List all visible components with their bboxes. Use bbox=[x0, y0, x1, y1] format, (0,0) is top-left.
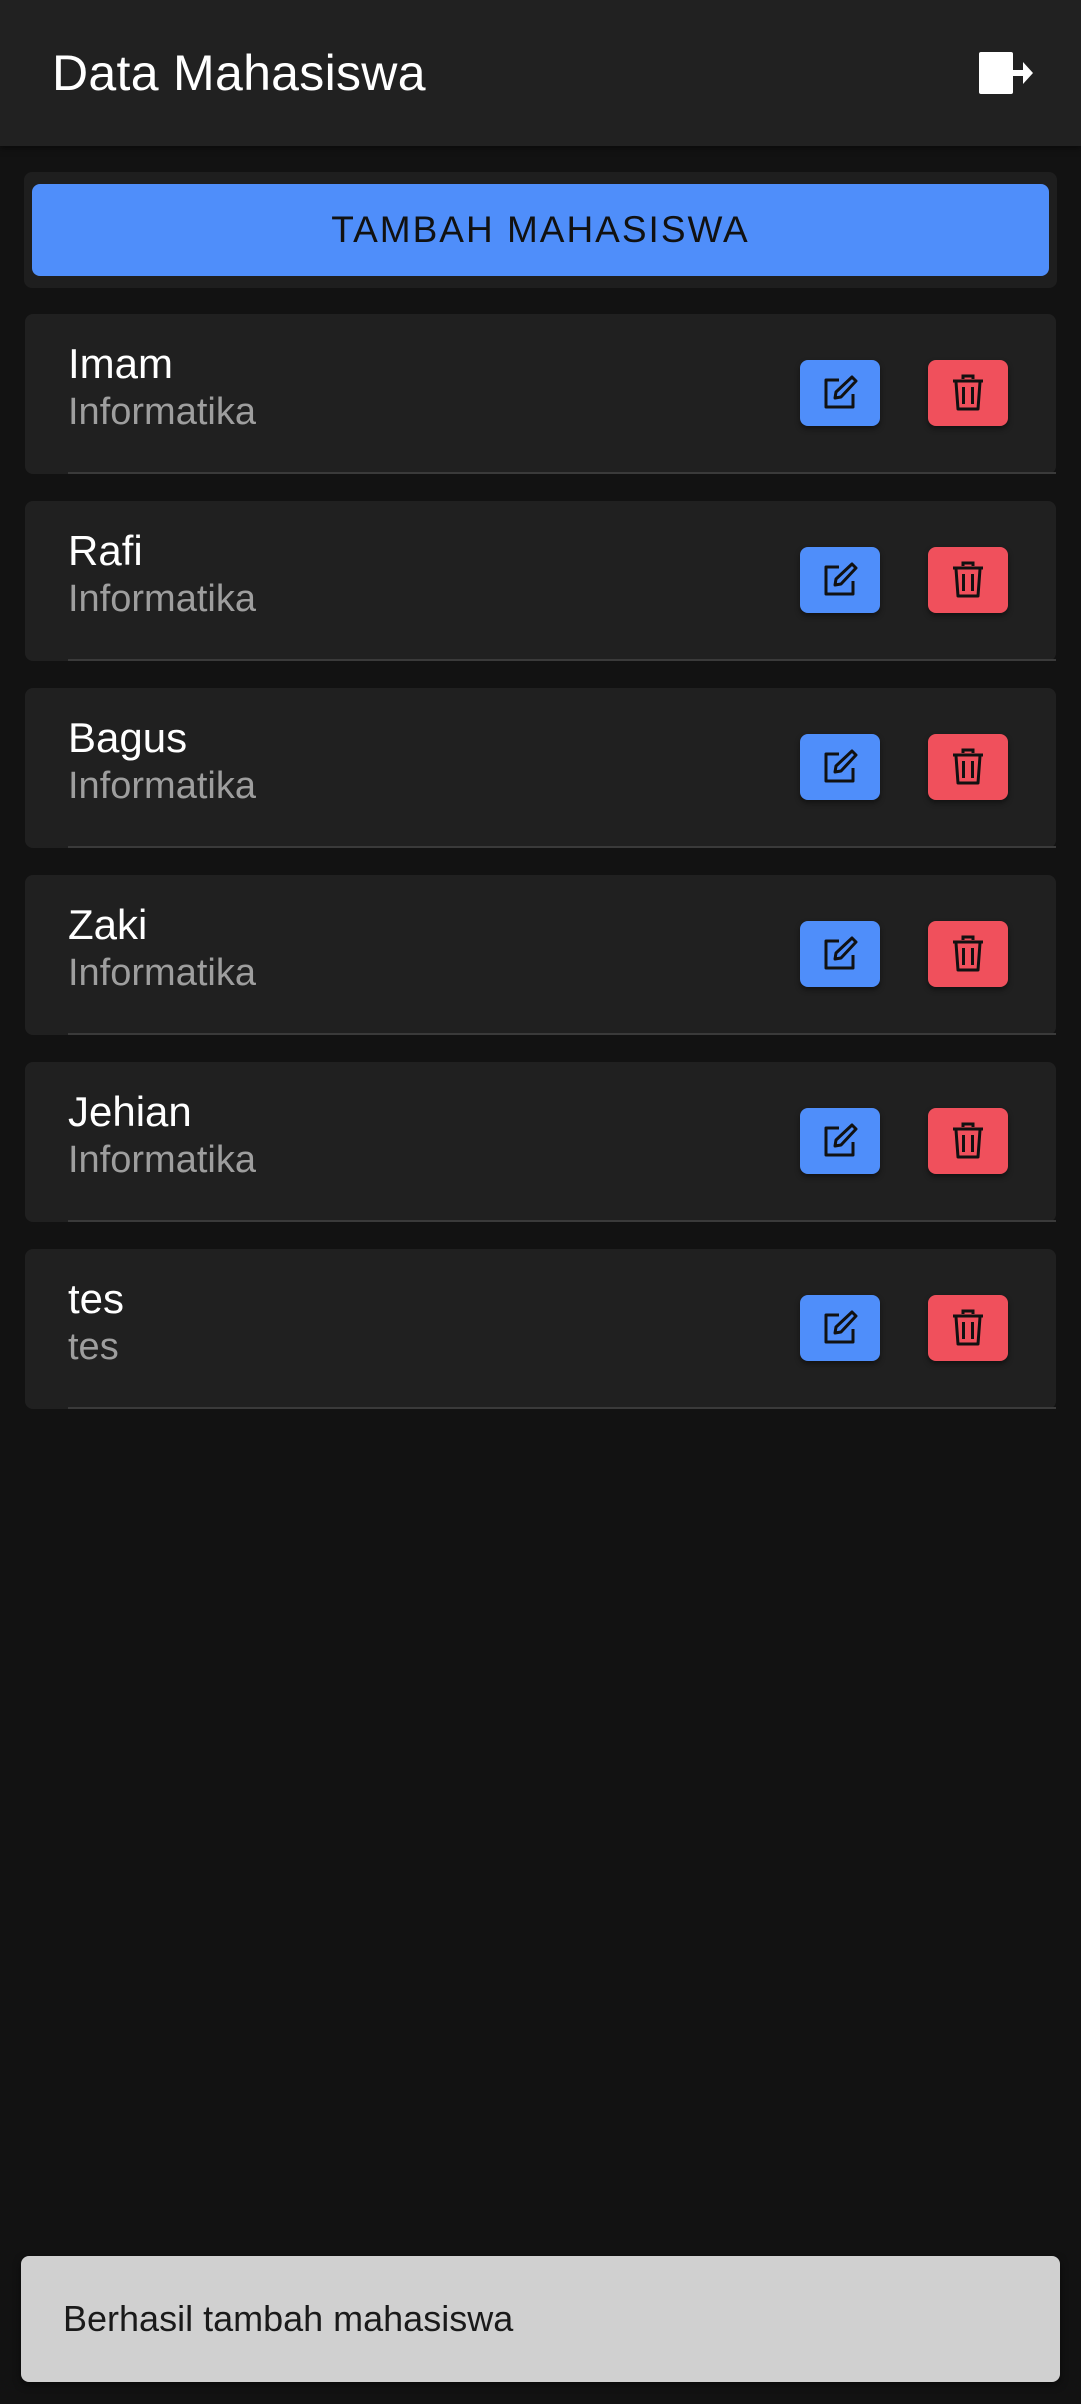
delete-button[interactable] bbox=[928, 734, 1008, 800]
edit-button[interactable] bbox=[800, 1295, 880, 1361]
edit-icon bbox=[824, 749, 858, 783]
edit-icon bbox=[824, 375, 858, 409]
logout-icon bbox=[979, 52, 1033, 94]
edit-icon bbox=[824, 936, 858, 970]
app-root: Data Mahasiswa TAMBAH MAHASISWA Imam Inf… bbox=[0, 0, 1081, 2404]
add-button-container: TAMBAH MAHASISWA bbox=[24, 172, 1057, 288]
delete-button[interactable] bbox=[928, 1295, 1008, 1361]
delete-button[interactable] bbox=[928, 921, 1008, 987]
list-item: Imam Informatika bbox=[25, 314, 1056, 474]
delete-button[interactable] bbox=[928, 1108, 1008, 1174]
student-name: Bagus bbox=[68, 714, 188, 761]
edit-button[interactable] bbox=[800, 734, 880, 800]
edit-button[interactable] bbox=[800, 547, 880, 613]
list-item: tes tes bbox=[25, 1249, 1056, 1409]
student-name: Zaki bbox=[68, 901, 148, 948]
edit-button[interactable] bbox=[800, 921, 880, 987]
student-name: Imam bbox=[68, 340, 173, 387]
trash-icon bbox=[953, 1309, 983, 1346]
edit-button[interactable] bbox=[800, 1108, 880, 1174]
delete-button[interactable] bbox=[928, 360, 1008, 426]
app-bar: Data Mahasiswa bbox=[0, 0, 1081, 146]
student-major: tes bbox=[68, 1326, 119, 1368]
logout-button[interactable] bbox=[971, 40, 1041, 106]
trash-icon bbox=[953, 748, 983, 785]
page-title: Data Mahasiswa bbox=[52, 45, 426, 101]
list-item: Zaki Informatika bbox=[25, 875, 1056, 1035]
trash-icon bbox=[953, 935, 983, 972]
student-major: Informatika bbox=[68, 952, 256, 994]
student-major: Informatika bbox=[68, 765, 256, 807]
trash-icon bbox=[953, 1122, 983, 1159]
student-name: Jehian bbox=[68, 1088, 192, 1135]
student-major: Informatika bbox=[68, 1139, 256, 1181]
student-major: Informatika bbox=[68, 391, 256, 433]
list-item: Bagus Informatika bbox=[25, 688, 1056, 848]
student-major: Informatika bbox=[68, 578, 256, 620]
student-name: tes bbox=[68, 1275, 125, 1322]
list-item: Jehian Informatika bbox=[25, 1062, 1056, 1222]
edit-button[interactable] bbox=[800, 360, 880, 426]
snackbar-message: Berhasil tambah mahasiswa bbox=[63, 2298, 514, 2339]
student-name: Rafi bbox=[68, 527, 143, 574]
snackbar: Berhasil tambah mahasiswa bbox=[21, 2256, 1060, 2382]
trash-icon bbox=[953, 374, 983, 411]
edit-icon bbox=[824, 1310, 858, 1344]
edit-icon bbox=[824, 562, 858, 596]
trash-icon bbox=[953, 561, 983, 598]
delete-button[interactable] bbox=[928, 547, 1008, 613]
list-item: Rafi Informatika bbox=[25, 501, 1056, 661]
edit-icon bbox=[824, 1123, 858, 1157]
add-student-button[interactable]: TAMBAH MAHASISWA bbox=[32, 184, 1049, 276]
student-list: Imam Informatika Rafi Informatika Bagus … bbox=[25, 314, 1056, 1436]
